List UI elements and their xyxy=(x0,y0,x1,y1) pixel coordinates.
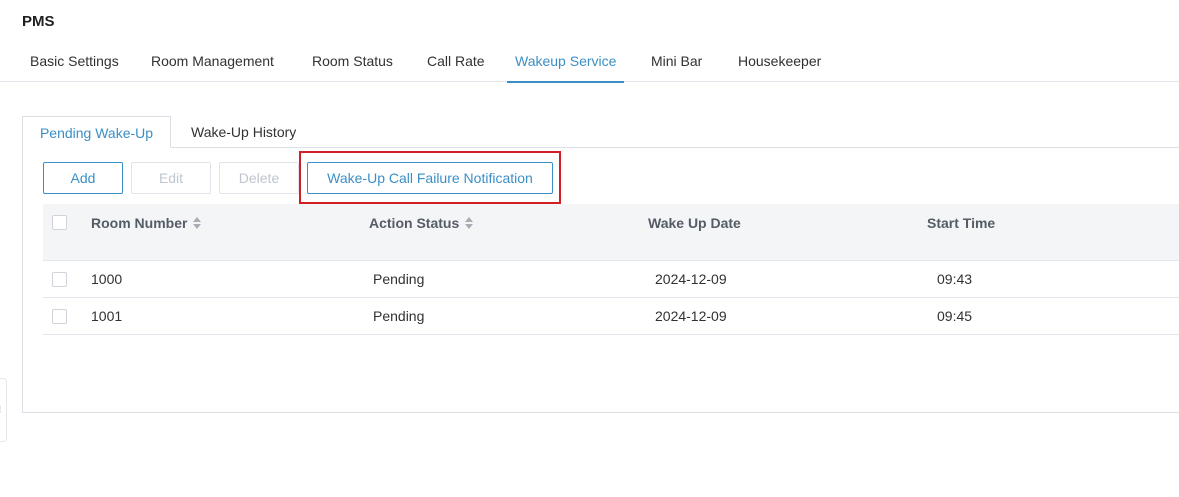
edit-button[interactable]: Edit xyxy=(131,162,211,194)
cell-wake-up-date: 2024-12-09 xyxy=(655,271,727,287)
cell-action-status: Pending xyxy=(373,271,425,287)
failure-notification-button[interactable]: Wake-Up Call Failure Notification xyxy=(307,162,553,194)
col-room-number[interactable]: Room Number xyxy=(91,215,202,231)
cell-wake-up-date: 2024-12-09 xyxy=(655,308,727,324)
nav-call-rate[interactable]: Call Rate xyxy=(427,44,485,82)
sort-icon[interactable] xyxy=(193,217,202,229)
row-checkbox[interactable] xyxy=(52,309,67,324)
select-all-checkbox[interactable] xyxy=(52,215,67,230)
nav-room-management[interactable]: Room Management xyxy=(151,44,274,82)
col-start-time: Start Time xyxy=(927,215,996,231)
sort-icon[interactable] xyxy=(465,217,474,229)
cell-start-time: 09:43 xyxy=(937,271,973,287)
nav-housekeeper[interactable]: Housekeeper xyxy=(738,44,821,82)
nav-room-status[interactable]: Room Status xyxy=(312,44,393,82)
cell-room-number: 1000 xyxy=(91,271,123,287)
add-button[interactable]: Add xyxy=(43,162,123,194)
nav-wakeup-service[interactable]: Wakeup Service xyxy=(506,44,625,83)
page-title: PMS xyxy=(22,13,55,30)
col-action-status[interactable]: Action Status xyxy=(369,215,474,231)
tab-wake-up-history[interactable]: Wake-Up History xyxy=(191,116,296,148)
cell-start-time: 09:45 xyxy=(937,308,973,324)
table-header: Room Number Action Status Wake Up Date S… xyxy=(43,204,1179,261)
side-panel-handle[interactable]: ⁝ xyxy=(0,378,7,442)
tab-pending-wake-up[interactable]: Pending Wake-Up xyxy=(22,116,171,148)
row-checkbox[interactable] xyxy=(52,272,67,287)
collapse-handle-icon: ⁝ xyxy=(0,403,2,416)
table-row[interactable]: 1000 Pending 2024-12-09 09:43 xyxy=(43,261,1179,298)
main-nav: Basic Settings Room Management Room Stat… xyxy=(0,44,1179,83)
cell-room-number: 1001 xyxy=(91,308,123,324)
nav-mini-bar[interactable]: Mini Bar xyxy=(651,44,702,82)
nav-basic-settings[interactable]: Basic Settings xyxy=(30,44,119,82)
delete-button[interactable]: Delete xyxy=(219,162,299,194)
col-wake-up-date: Wake Up Date xyxy=(648,215,741,231)
table-row[interactable]: 1001 Pending 2024-12-09 09:45 xyxy=(43,298,1179,335)
cell-action-status: Pending xyxy=(373,308,425,324)
